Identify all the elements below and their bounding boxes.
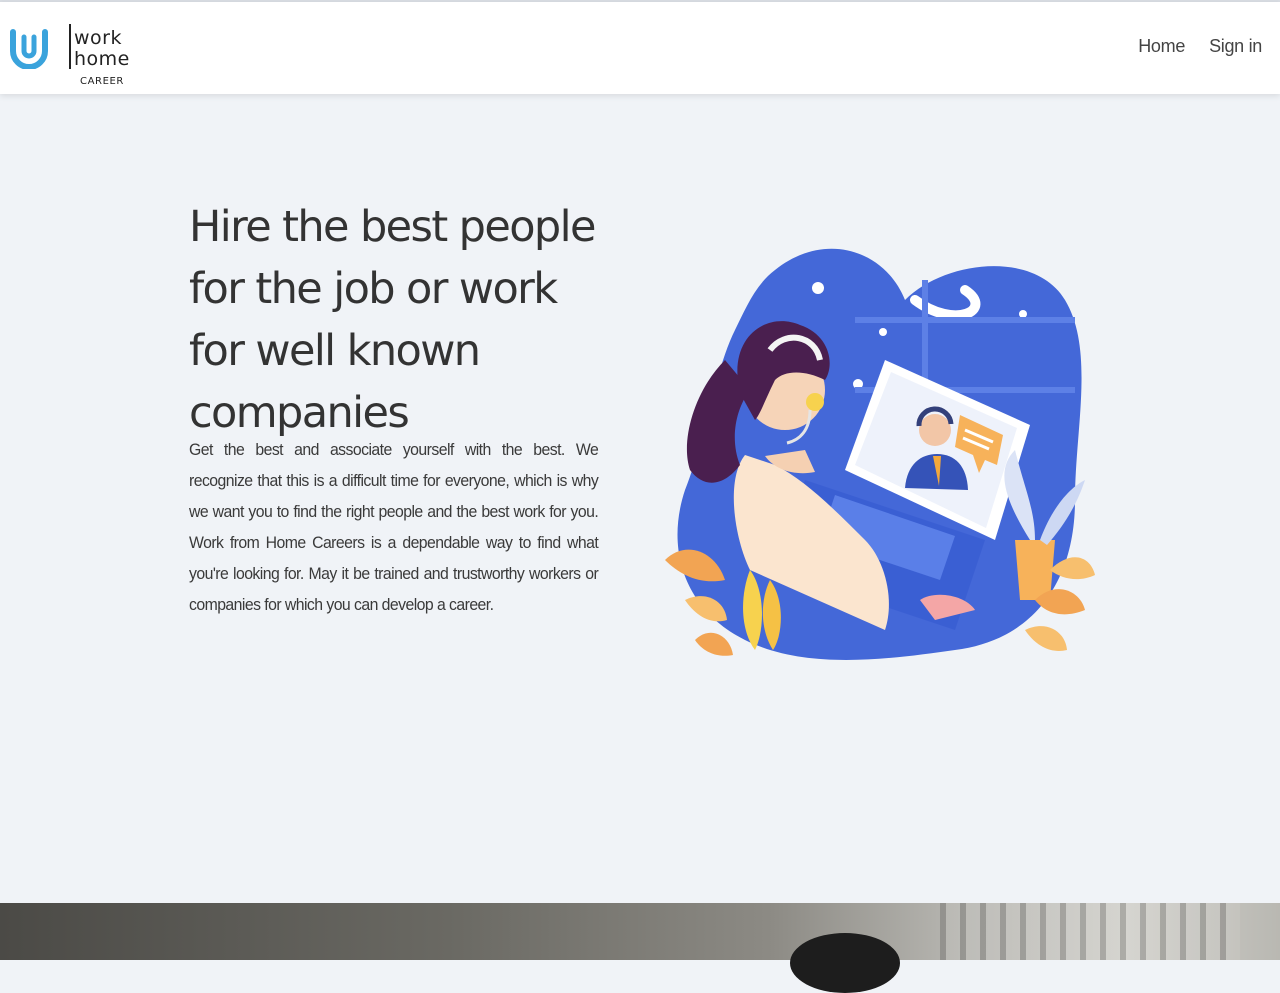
nav-link-sign-in[interactable]: Sign in: [1209, 36, 1262, 57]
logo-divider: [69, 24, 71, 69]
logo-mark-icon: [10, 29, 48, 69]
logo-text-career: CAREER: [80, 76, 124, 87]
photo-bookshelf: [940, 903, 1240, 960]
site-header: work home CAREER Home Sign in: [0, 2, 1280, 94]
hero-description: Get the best and associate yourself with…: [189, 440, 599, 614]
hero-title: Hire the best people for the job or work…: [189, 202, 596, 438]
main-nav: Home Sign in: [1138, 36, 1262, 57]
bottom-section-photo: [0, 903, 1280, 993]
photo-person-head: [790, 933, 900, 993]
logo-text-work: work: [74, 27, 122, 49]
remote-work-illustration: [665, 248, 1095, 660]
logo-text-home: home: [74, 48, 130, 70]
site-logo[interactable]: work home CAREER: [10, 22, 140, 92]
nav-link-home[interactable]: Home: [1138, 36, 1185, 57]
